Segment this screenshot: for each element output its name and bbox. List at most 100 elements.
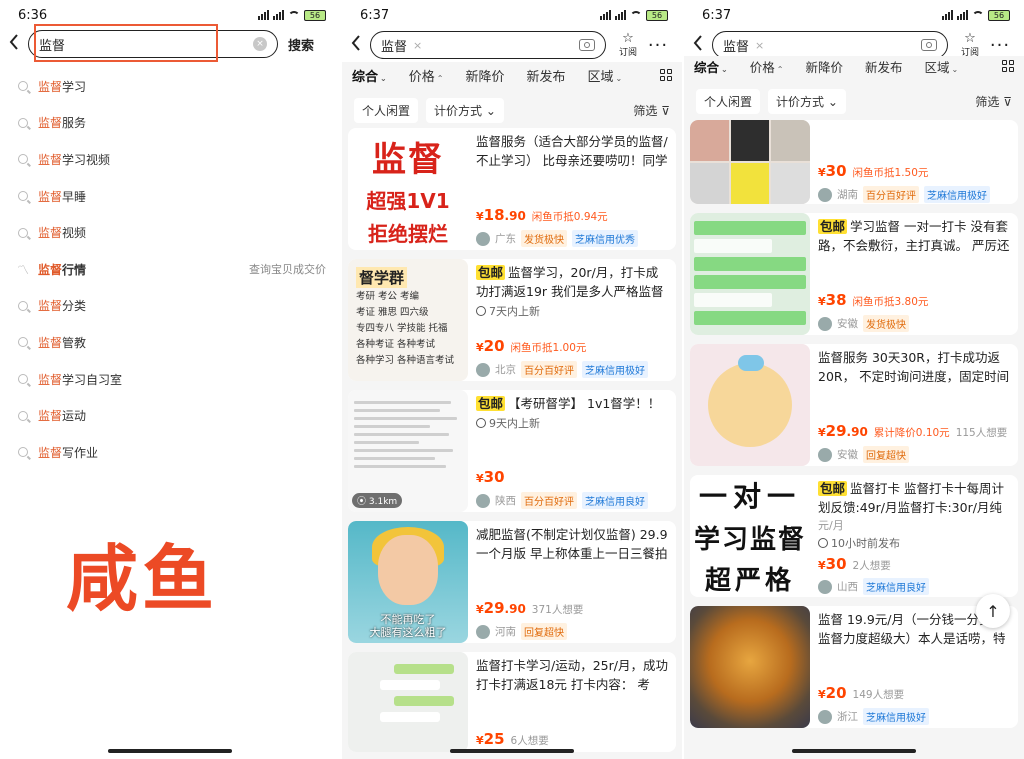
seller-row: 北京 百分百好评 芝麻信用极好 xyxy=(476,361,648,378)
suggestion-item[interactable]: 监督 学习视频 xyxy=(0,141,340,178)
tab-price-drop[interactable]: 新降价 xyxy=(805,57,843,76)
search-input[interactable]: 监督 × xyxy=(712,31,948,59)
listing-card[interactable]: 不能再吃了 大腿有这么粗了 减肥监督(不制定计划仅监督) 29.9一个月版 早上… xyxy=(348,521,676,643)
search-icon xyxy=(16,372,30,386)
listing-meta: 10小时前发布 xyxy=(818,535,1010,551)
tab-price[interactable]: 价格 ⌃ xyxy=(750,57,784,76)
filter-pricing-method[interactable]: 计价方式 ⌄ xyxy=(426,97,504,123)
listing-card[interactable]: 包邮 学习监督 一对一打卡 没有套路，不会敷衍，主打真诚。 严厉还 ¥38 闲鱼币… xyxy=(690,213,1018,335)
home-indicator[interactable] xyxy=(792,749,916,753)
search-suggestion-screen: 6:36 56 监督 × 搜索 监督 学习 监督 服务 监督 学习视频 监督 早睡 监督… xyxy=(0,0,340,759)
seller-row: 安徽 回复超快 xyxy=(818,446,909,463)
back-icon[interactable] xyxy=(684,34,712,56)
price: ¥29.90 xyxy=(818,422,868,440)
search-button[interactable]: 搜索 xyxy=(288,35,314,54)
avatar xyxy=(818,447,832,462)
thumbnail-caption: 不能再吃了 大腿有这么粗了 xyxy=(369,613,447,639)
filter-button[interactable]: 筛选 ⊽ xyxy=(975,93,1012,110)
suggestion-item[interactable]: 监督 分类 xyxy=(0,288,340,325)
listing-thumbnail: 一对一 学习监督 超严格 xyxy=(690,475,810,597)
tab-region[interactable]: 区域 ⌄ xyxy=(924,57,958,76)
status-icons: 56 xyxy=(600,9,668,21)
price: ¥18.90 xyxy=(476,206,526,224)
listing-title: 监督打卡学习/运动，25r/月，成功打卡打满返18元 打卡内容： 考研、 xyxy=(476,658,668,692)
listing-card[interactable]: 监督 超强1V1 拒绝摆烂 监督服务（适合大部分学员的监督/不止学习） 比母亲还… xyxy=(348,128,676,250)
tab-comprehensive[interactable]: 综合 ⌄ xyxy=(352,66,387,85)
listing-card[interactable]: 监督 19.9元/月（一分钱一分货，监督力度超级大）本人是话唠，特别 ¥20 1… xyxy=(690,606,1018,728)
listing-title: 包邮监督学习，20r/月，打卡成功打满返19r 我们是多人严格监督自 xyxy=(476,265,664,299)
listing-card[interactable]: 一对一 学习监督 超严格 包邮 监督打卡 监督打卡十每周计划反馈:49r/月监督打… xyxy=(690,475,1018,597)
clear-icon[interactable]: × xyxy=(413,39,422,52)
grid-view-icon[interactable] xyxy=(1002,60,1014,72)
search-icon xyxy=(16,226,30,240)
clear-icon[interactable]: × xyxy=(755,39,764,52)
listing-card[interactable]: 监督服务 30天30R，打卡成功返20R， 不定时询问进度，固定时间 ¥29.9… xyxy=(690,344,1018,466)
price: ¥30 xyxy=(818,162,847,180)
suggestion-item[interactable]: 监督 服务 xyxy=(0,105,340,142)
listing-card[interactable]: ¥30 闲鱼币抵1.50元 湖南 百分百好评 芝麻信用极好 xyxy=(690,120,1018,204)
back-icon[interactable] xyxy=(0,33,28,55)
status-icons: 56 xyxy=(942,9,1010,21)
tab-price-drop[interactable]: 新降价 xyxy=(465,66,504,85)
listing-title: 包邮监督打卡 监督打卡十每周计划反馈:49r/月监督打卡:30r/月纯打卡 xyxy=(818,481,1004,515)
search-icon xyxy=(16,335,30,349)
filter-personal-idle[interactable]: 个人闲置 xyxy=(696,88,761,114)
suggestion-item[interactable]: 监督 视频 xyxy=(0,214,340,251)
suggestion-item[interactable]: 监督 学习自习室 xyxy=(0,361,340,398)
listing-card[interactable]: 监督打卡学习/运动，25r/月，成功打卡打满返18元 打卡内容： 考研、 ¥25… xyxy=(348,652,676,752)
search-query-chip: 监督 xyxy=(381,39,408,55)
home-indicator[interactable] xyxy=(450,749,574,753)
clock-icon xyxy=(476,306,486,316)
seller-row: 陕西 百分百好评 芝麻信用良好 xyxy=(476,492,648,509)
camera-icon[interactable] xyxy=(921,39,937,51)
seller-row: 山西 芝麻信用良好 xyxy=(818,578,929,595)
tab-region[interactable]: 区域 ⌄ xyxy=(587,66,622,85)
signal-icon xyxy=(957,10,968,20)
price-row: ¥30 闲鱼币抵1.50元 xyxy=(818,162,928,180)
clock-icon xyxy=(476,418,486,428)
location: 浙江 xyxy=(837,711,858,723)
suggestion-item[interactable]: 监督 运动 xyxy=(0,397,340,434)
tab-new-listing[interactable]: 新发布 xyxy=(865,57,903,76)
scroll-to-top-button[interactable]: ↑ xyxy=(976,594,1010,628)
location: 安徽 xyxy=(837,318,858,330)
grid-view-icon[interactable] xyxy=(660,69,672,81)
subscribe-button[interactable]: ☆ 订阅 xyxy=(612,32,644,58)
suggestion-item[interactable]: 监督 早睡 xyxy=(0,178,340,215)
sort-tabs: 综合 ⌄ 价格 ⌃ 新降价 新发布 区域 ⌄ xyxy=(342,62,682,88)
filter-personal-idle[interactable]: 个人闲置 xyxy=(354,97,419,123)
listing-card[interactable]: ⦿ 3.1km 包邮 【考研督学】 1v1督学！！ 9天内上新 ¥30 陕西 百分… xyxy=(348,390,676,512)
location: 山西 xyxy=(837,581,858,593)
search-input[interactable]: 监督 × xyxy=(370,31,606,59)
tab-new-listing[interactable]: 新发布 xyxy=(526,66,565,85)
filter-button[interactable]: 筛选 ⊽ xyxy=(633,102,670,119)
location: 北京 xyxy=(495,364,516,376)
price-row: ¥30 2人想要 xyxy=(818,555,891,573)
filter-pricing-method[interactable]: 计价方式 ⌄ xyxy=(768,88,846,114)
clear-icon[interactable]: × xyxy=(253,37,267,51)
home-indicator[interactable] xyxy=(108,749,232,753)
search-results-screen: 6:37 56 监督 × ☆ 订阅 ··· 综合 ⌄ 价格 ⌃ 新降价 新发布 区域 ⌄… xyxy=(342,0,682,759)
tab-price[interactable]: 价格 ⌃ xyxy=(409,66,444,85)
price-note: 闲鱼币抵1.00元 xyxy=(510,342,587,354)
suggestion-item[interactable]: 监督 管教 xyxy=(0,324,340,361)
search-icon xyxy=(16,79,30,93)
price-note: 闲鱼币抵0.94元 xyxy=(531,211,608,223)
avatar xyxy=(476,493,490,508)
suggestion-item-market[interactable]: 〽监督 行情 查询宝贝成交价 xyxy=(0,251,340,288)
suggestion-item[interactable]: 监督 写作业 xyxy=(0,434,340,471)
search-highlight-box xyxy=(34,24,218,62)
price: ¥29.90 xyxy=(476,599,526,617)
more-icon[interactable]: ··· xyxy=(986,35,1014,56)
listing-thumbnail: 监督 超强1V1 拒绝摆烂 xyxy=(348,128,468,250)
subscribe-button[interactable]: ☆ 订阅 xyxy=(954,32,986,58)
listing-thumbnail: 不能再吃了 大腿有这么粗了 xyxy=(348,521,468,643)
more-icon[interactable]: ··· xyxy=(644,35,672,56)
listing-thumbnail xyxy=(348,652,468,752)
credit-badge: 芝麻信用良好 xyxy=(582,492,648,509)
camera-icon[interactable] xyxy=(579,39,595,51)
suggestion-item[interactable]: 监督 学习 xyxy=(0,68,340,105)
back-icon[interactable] xyxy=(342,34,370,56)
listing-card[interactable]: 督学群 考研 考公 考编 考证 雅思 四六级 专四专八 学技能 托福 各种考证 … xyxy=(348,259,676,381)
tab-comprehensive[interactable]: 综合 ⌄ xyxy=(694,57,728,76)
